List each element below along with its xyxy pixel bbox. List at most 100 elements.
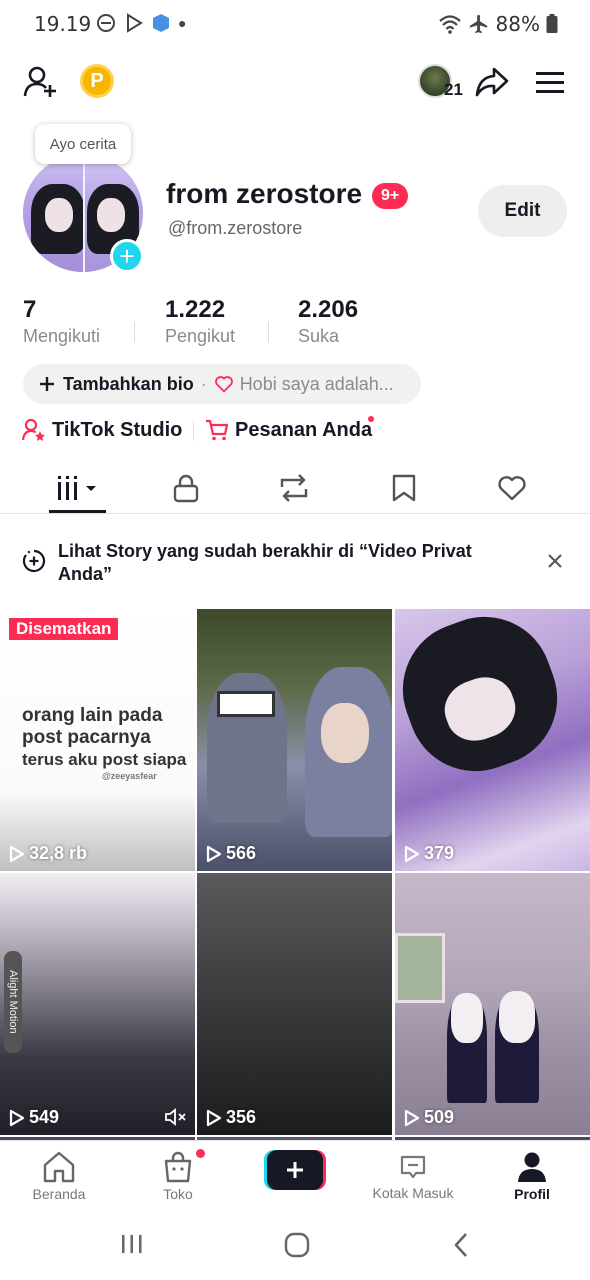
caption-line: terus aku post siapa (22, 750, 187, 769)
expired-story-banner[interactable]: Lihat Story yang sudah berakhir di “Vide… (0, 540, 590, 586)
tab-favorites[interactable] (378, 462, 430, 514)
stat-likes-value: 2.206 (298, 296, 359, 323)
studio-user-icon (22, 418, 45, 441)
tab-reposts[interactable] (268, 462, 320, 514)
play-icon (404, 1109, 420, 1126)
status-time: 19.19 (34, 12, 92, 36)
back-icon[interactable] (452, 1232, 470, 1258)
status-right: 88% (438, 12, 558, 36)
add-bio-button[interactable]: Tambahkan bio · Hobi saya adalah... (23, 364, 421, 404)
create-button[interactable] (264, 1150, 326, 1190)
orders-dot (368, 416, 374, 422)
view-count-value: 566 (226, 843, 257, 863)
nav-shop[interactable]: Toko (138, 1141, 218, 1211)
profile-handle: @from.zerostore (168, 218, 303, 238)
stat-followers[interactable]: 1.222 Pengikut (165, 296, 235, 347)
pinned-badge: Disematkan (9, 618, 119, 640)
view-count-value: 356 (226, 1107, 257, 1127)
nav-home[interactable]: Beranda (18, 1141, 100, 1211)
play-icon (404, 845, 420, 862)
inbox-icon (400, 1155, 426, 1178)
view-count-value: 509 (424, 1107, 455, 1127)
link-divider (193, 421, 194, 441)
view-count-value: 549 (29, 1107, 60, 1127)
nav-profile[interactable]: Profil (494, 1141, 570, 1211)
tab-videos[interactable] (49, 462, 106, 514)
share-icon (475, 67, 509, 97)
tab-private[interactable] (160, 462, 212, 514)
shopping-bag-icon (164, 1151, 192, 1182)
add-story-button[interactable]: + (110, 239, 144, 273)
video-thumbnail-pinned[interactable]: Disematkan orang lain pada post pacarnya… (0, 609, 195, 871)
stat-likes[interactable]: 2.206 Suka (298, 296, 358, 347)
coins-button[interactable]: P (80, 64, 114, 98)
menu-button[interactable] (534, 66, 566, 98)
edit-profile-button[interactable]: Edit (478, 185, 567, 237)
caption-watermark: @zeeyasfear (102, 771, 157, 781)
stat-following[interactable]: 7 Mengikuti (23, 296, 100, 347)
add-user-icon (23, 66, 56, 97)
repost-icon (280, 474, 308, 502)
stat-following-value: 7 (23, 296, 37, 323)
video-thumbnail[interactable]: 379 (395, 609, 590, 871)
home-icon (43, 1151, 75, 1182)
notification-badge[interactable]: 9+ (372, 183, 409, 209)
airplane-icon (469, 14, 487, 34)
nav-profile-label: Profil (514, 1185, 550, 1202)
tab-liked[interactable] (486, 462, 538, 514)
nav-inbox[interactable]: Kotak Masuk (360, 1141, 466, 1211)
friends-count: 21 (444, 80, 463, 99)
nav-inbox-label: Kotak Masuk (372, 1184, 454, 1201)
view-count-value: 379 (424, 843, 455, 863)
profile-content-tabs (0, 462, 590, 514)
video-thumbnail[interactable]: Alight Motion 549 (0, 873, 195, 1135)
lock-icon (173, 474, 199, 503)
add-friend-button[interactable] (22, 64, 58, 100)
close-icon[interactable] (548, 554, 562, 568)
grid-icon (57, 476, 96, 500)
nav-home-label: Beranda (32, 1185, 86, 1202)
active-tab-indicator (49, 510, 106, 513)
view-count: 566 (206, 843, 256, 864)
plus-icon (287, 1162, 303, 1178)
caption-line: orang lain pada (22, 705, 163, 726)
view-count-value: 32,8 rb (29, 843, 88, 863)
banner-text: Lihat Story yang sudah berakhir di “Vide… (58, 541, 472, 584)
stat-divider (134, 322, 135, 342)
stat-followers-value: 1.222 (165, 296, 226, 323)
stat-likes-label: Suka (298, 326, 340, 346)
coin-icon: P (80, 64, 114, 98)
story-add-icon (22, 549, 46, 573)
stat-following-label: Mengikuti (23, 326, 101, 346)
share-profile-button[interactable] (474, 64, 510, 100)
cart-icon (206, 419, 229, 441)
nav-shop-label: Toko (163, 1185, 193, 1202)
heart-icon (214, 376, 233, 393)
stat-followers-label: Pengikut (165, 326, 236, 346)
tiktok-studio-link[interactable]: TikTok Studio (22, 418, 182, 442)
view-count: 379 (404, 843, 454, 864)
alight-motion-watermark: Alight Motion (4, 951, 22, 1053)
profile-icon (518, 1152, 546, 1182)
video-thumbnail[interactable]: 566 (197, 609, 392, 871)
battery-icon (546, 14, 558, 33)
friends-stories-button[interactable]: 21 (416, 62, 466, 102)
shop-notification-dot (196, 1149, 205, 1158)
battery-percent: 88% (495, 12, 540, 36)
play-store-icon (127, 13, 143, 33)
orders-link[interactable]: Pesanan Anda (205, 418, 372, 442)
separator-dot: · (200, 373, 207, 394)
profile-name: from zerostore (166, 178, 363, 209)
video-thumbnail[interactable]: 509 (395, 873, 590, 1135)
muted-icon (165, 1108, 186, 1126)
recent-apps-icon[interactable] (120, 1232, 144, 1256)
video-thumbnail[interactable]: 356 (197, 873, 392, 1135)
view-count: 32,8 rb (9, 843, 87, 864)
status-bar: 19.19 ● 88% (0, 0, 590, 46)
story-prompt-tooltip[interactable]: Ayo cerita (35, 124, 131, 164)
view-count: 356 (206, 1107, 256, 1128)
plus-icon (40, 377, 54, 391)
play-icon (9, 1109, 25, 1126)
bio-hint: Hobi saya adalah... (239, 373, 394, 394)
home-button-icon[interactable] (284, 1232, 310, 1258)
